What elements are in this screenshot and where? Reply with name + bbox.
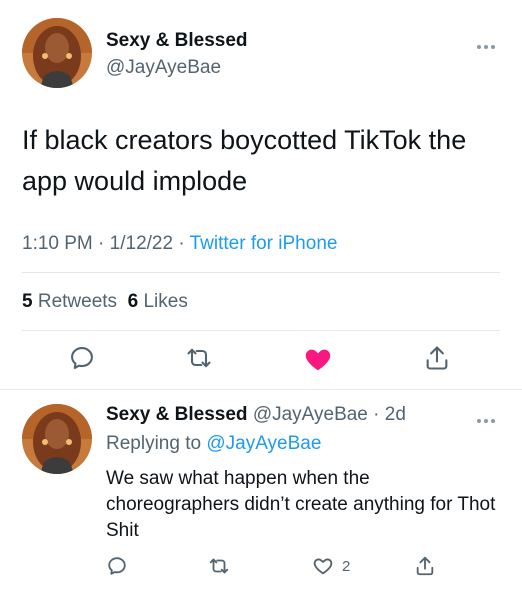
meta-separator: · (92, 233, 110, 254)
replying-to-handle[interactable]: @JayAyeBae (206, 433, 321, 454)
retweet-button[interactable] (208, 555, 230, 577)
user-handle[interactable]: @JayAyeBae (253, 404, 368, 425)
divider (0, 389, 522, 390)
retweets-stat[interactable]: 5 Retweets (22, 291, 117, 312)
share-button[interactable] (423, 344, 451, 372)
replying-to-label: Replying to (106, 433, 202, 454)
tweet-meta: 1:10 PM · 1/12/22 · Twitter for iPhone (22, 232, 337, 256)
like-button[interactable] (303, 344, 333, 374)
tweet-time[interactable]: 1:10 PM (22, 233, 93, 254)
retweets-label: Retweets (37, 291, 118, 312)
retweet-button[interactable] (185, 344, 213, 372)
retweet-icon (209, 558, 229, 574)
tweet-text: If black creators boycotted TikTok the a… (22, 125, 467, 196)
reply-button[interactable] (68, 344, 96, 372)
avatar[interactable] (22, 18, 92, 88)
replying-to: Replying to @JayAyeBae (106, 433, 321, 455)
avatar[interactable] (22, 404, 92, 474)
meta-separator: · (367, 404, 385, 425)
more-icon[interactable] (476, 412, 496, 423)
heart-icon (305, 349, 331, 371)
meta-separator: · (173, 233, 190, 254)
share-button[interactable] (414, 555, 436, 577)
reply-icon (108, 557, 126, 575)
tweet-source-link[interactable]: Twitter for iPhone (190, 233, 338, 254)
tweet-age[interactable]: 2d (385, 404, 406, 425)
display-name[interactable]: Sexy & Blessed (106, 30, 248, 52)
like-count: 2 (342, 557, 351, 575)
tweet-date[interactable]: 1/12/22 (110, 233, 173, 254)
heart-icon (313, 558, 333, 575)
reply-icon (71, 347, 93, 369)
more-icon[interactable] (476, 38, 496, 49)
like-button[interactable]: 2 (312, 555, 350, 577)
share-icon (416, 556, 434, 576)
user-handle[interactable]: @JayAyeBae (106, 57, 221, 79)
divider (22, 272, 500, 273)
reply-header: Sexy & Blessed @JayAyeBae · 2d (106, 404, 406, 426)
likes-stat[interactable]: 6 Likes (128, 291, 188, 312)
divider (22, 330, 500, 331)
share-icon (426, 346, 448, 370)
display-name[interactable]: Sexy & Blessed (106, 404, 248, 425)
tweet-stats: 5 Retweets 6 Likes (22, 290, 188, 314)
reply-button[interactable] (106, 555, 128, 577)
likes-label: Likes (143, 291, 188, 312)
retweets-count: 5 (22, 291, 33, 312)
reply-text: We saw what happen when the choreographe… (106, 468, 496, 541)
retweet-icon (187, 348, 211, 368)
likes-count: 6 (127, 291, 139, 312)
